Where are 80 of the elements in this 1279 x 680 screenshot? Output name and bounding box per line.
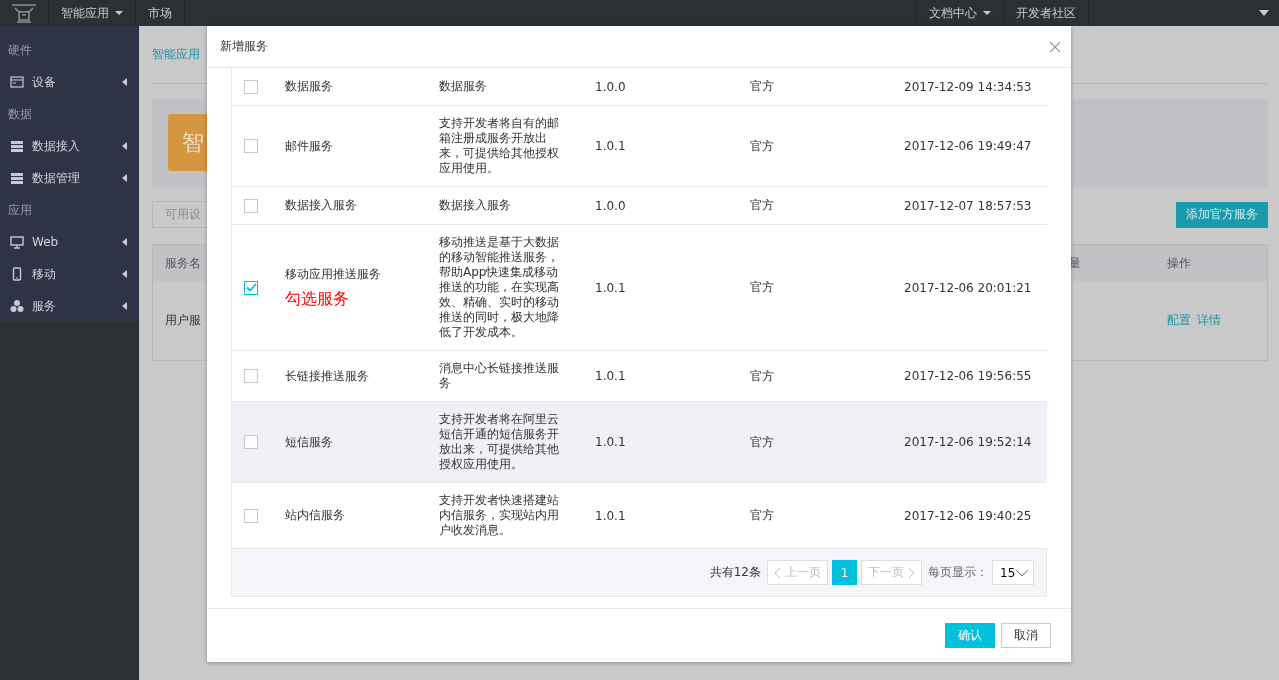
table-cell-text: 数据接入服务	[285, 197, 358, 214]
chevron-right-icon	[908, 566, 915, 579]
checkbox[interactable]	[244, 280, 258, 295]
table-cell: 2017-12-06 19:52:14	[904, 435, 1032, 449]
server-icon	[10, 139, 24, 153]
caret-icon	[122, 270, 127, 278]
table-cell-text: 移动应用推送服务	[285, 265, 382, 283]
caret-icon	[122, 302, 127, 310]
table-cell: 官方	[750, 198, 774, 212]
chevron-down-icon	[1015, 568, 1029, 577]
checkbox[interactable]	[244, 508, 258, 523]
table-cell: 2017-12-06 20:01:21	[904, 280, 1032, 295]
table-cell-text: 移动推送是基于大数据的移动智能推送服务，帮助App快速集成移动推送的功能，在实现高效、精确、实时的移动推送的同时，极大地降低了开发成本。	[439, 235, 560, 340]
checkbox[interactable]	[244, 435, 258, 449]
sidebar-section-label: 硬件	[7, 42, 33, 59]
dialog-title: 新增服务	[220, 38, 268, 55]
table-cell: 官方	[750, 434, 774, 449]
highlighted-row[interactable]: 短信服务 支持开发者将在阿里云短信开通的短信服务开放出来，可提供给其他授权应用使用。 1.0.1 官方 2017-12-06 19:52:14	[232, 402, 1047, 483]
checkbox[interactable]	[244, 139, 258, 153]
table-cell-text: 数据服务	[439, 79, 488, 94]
column-header: 操作	[1167, 255, 1191, 270]
table-cell: 1.0.1	[595, 139, 626, 153]
table-cell: 官方	[750, 280, 774, 294]
annotation-label: 勾选服务	[285, 288, 350, 310]
caret-icon	[122, 238, 127, 246]
table-cell: 1.0.1	[595, 435, 626, 449]
checkbox[interactable]	[244, 198, 258, 213]
table-cell: 1.0.1	[595, 508, 626, 523]
server-icon	[10, 171, 24, 185]
column-header: 量	[1069, 255, 1081, 270]
table-cell: 1.0.1	[595, 280, 626, 295]
table-cell: 1.0.0	[595, 198, 626, 213]
table-cell-text: 支持开发者将在阿里云短信开通的短信服务开放出来，可提供给其他授权应用使用。	[439, 412, 560, 472]
table-cell: 官方	[750, 138, 774, 153]
table-cell: 官方	[750, 508, 774, 522]
sidebar-item[interactable]: 移动	[0, 258, 139, 290]
sidebar-item[interactable]: 数据接入	[0, 130, 139, 162]
checkbox[interactable]	[244, 79, 258, 94]
chevron-left-icon	[774, 566, 781, 579]
table-cell-text: 长链接推送服务	[285, 367, 370, 385]
sidebar-section-label: 数据	[7, 106, 33, 123]
close-icon[interactable]	[1049, 40, 1061, 53]
sidebar-item[interactable]: 设备	[0, 66, 139, 98]
table-cell: 官方	[750, 79, 774, 93]
sidebar-item[interactable]: 数据管理	[0, 162, 139, 194]
table-cell: 2017-12-09 14:34:53	[904, 79, 1032, 94]
page-size-select[interactable]: 15	[992, 560, 1034, 585]
table-cell: 2017-12-06 19:56:55	[904, 369, 1032, 383]
table-cell-text: 站内信服务	[285, 507, 346, 524]
table-cell-text: 支持开发者将自有的邮箱注册成服务开放出来，可提供给其他授权应用使用。	[439, 116, 560, 176]
table-cell-text: 邮件服务	[285, 137, 334, 155]
sidebar-item[interactable]: 服务	[0, 290, 139, 322]
table-cell-text: 数据服务	[285, 78, 334, 95]
checkbox[interactable]	[244, 369, 258, 383]
caret-icon	[122, 78, 127, 86]
table-cell-text: 消息中心长链接推送服务	[439, 361, 560, 391]
caret-icon[interactable]	[1259, 10, 1269, 16]
table-cell: 2017-12-07 18:57:53	[904, 198, 1032, 213]
table-cell-text: 短信服务	[285, 433, 334, 451]
table-cell: 1.0.0	[595, 79, 626, 94]
table-cell: 用户服	[165, 312, 201, 327]
caret-icon	[122, 174, 127, 182]
table-cell-text: 支持开发者快速搭建站内信服务，实现站内用户收发消息。	[439, 493, 560, 538]
cluster-icon	[10, 299, 24, 313]
table-cell: 官方	[750, 368, 774, 383]
table-cell: 2017-12-06 19:49:47	[904, 139, 1032, 153]
column-header: 服务名	[165, 255, 201, 270]
window-icon	[10, 75, 24, 89]
total-count: 共有12条	[709, 564, 761, 581]
table-cell: 1.0.1	[595, 369, 626, 383]
table-cell: 2017-12-06 19:40:25	[904, 508, 1032, 523]
phone-icon	[10, 267, 24, 281]
sidebar-section-label: 应用	[7, 202, 33, 219]
sidebar-item[interactable]: Web	[0, 226, 139, 258]
page-size-label: 每页显示：	[928, 564, 988, 581]
cancel-button[interactable]: 取消	[1001, 623, 1051, 648]
logo-icon	[9, 2, 39, 24]
monitor-icon	[10, 235, 24, 249]
table-cell-text: 数据接入服务	[439, 198, 512, 213]
caret-icon	[122, 142, 127, 150]
